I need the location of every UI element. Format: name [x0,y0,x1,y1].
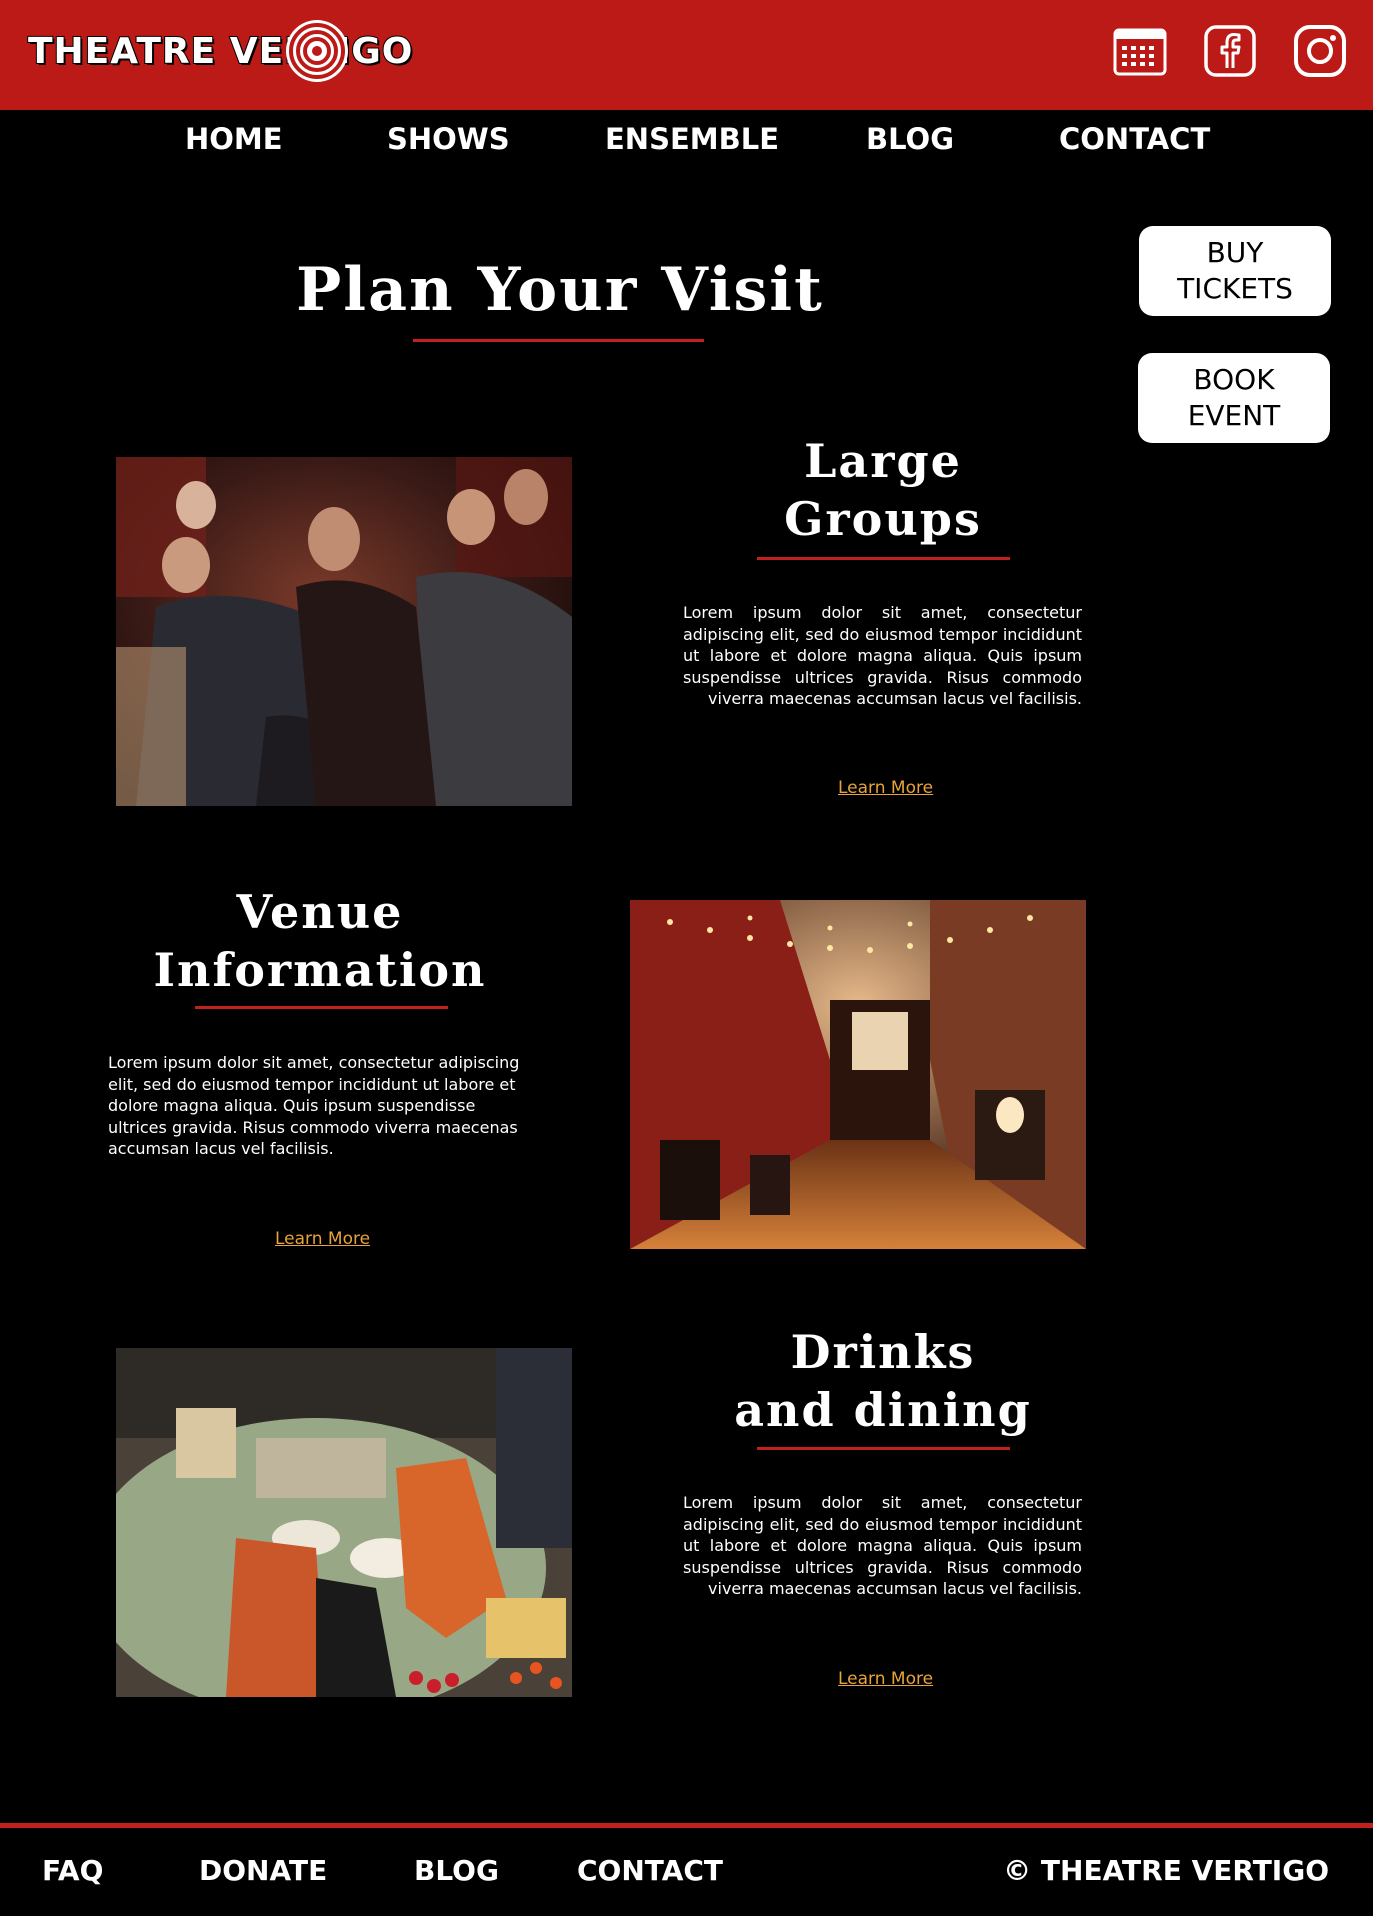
logo-swirl-icon [286,20,348,82]
footer-donate-link[interactable]: DONATE [199,1854,327,1887]
footer-divider [0,1823,1373,1828]
venue-information-body: Lorem ipsum dolor sit amet, consectetur … [108,1053,520,1158]
header-bar: THEATRE VERTIGO [0,0,1373,110]
drinks-dining-body: Lorem ipsum dolor sit amet, consectetur … [683,1493,1082,1598]
large-groups-underline [757,557,1010,560]
instagram-icon[interactable] [1293,24,1347,78]
drinks-title-line-2: and dining [734,1383,1032,1437]
venue-information-title: Venue Information [120,883,520,999]
logo[interactable]: THEATRE VERTIGO [27,16,414,86]
venue-title-line-2: Information [153,943,487,997]
footer-copyright: © THEATRE VERTIGO [1003,1854,1329,1887]
buy-tickets-button[interactable]: BUY TICKETS [1139,226,1331,316]
facebook-icon[interactable] [1203,24,1257,78]
large-groups-learn-more-link[interactable]: Learn More [838,778,933,798]
nav-shows[interactable]: SHOWS [387,122,510,156]
footer-blog-link[interactable]: BLOG [414,1854,499,1887]
large-groups-body: Lorem ipsum dolor sit amet, consectetur … [683,603,1082,708]
calendar-icon[interactable] [1113,24,1167,78]
venue-title-line-1: Venue [236,885,404,939]
drinks-dining-underline [757,1447,1010,1450]
drinks-title-line-1: Drinks [790,1325,976,1379]
logo-text: THEATRE VERTIGO [27,30,414,73]
venue-photo [630,900,1086,1249]
venue-underline [195,1006,448,1009]
book-event-line-1: BOOK [1193,363,1275,396]
page-title: Plan Your Visit [296,255,824,325]
drinks-dining-title: Drinks and dining [680,1323,1086,1439]
buy-tickets-line-1: BUY [1206,236,1264,269]
large-groups-title-line-2: Groups [784,492,982,546]
nav-contact[interactable]: CONTACT [1059,122,1210,156]
footer-faq-link[interactable]: FAQ [42,1854,103,1887]
large-groups-title-line-1: Large [804,434,962,488]
nav-ensemble[interactable]: ENSEMBLE [605,122,779,156]
nav-home[interactable]: HOME [185,122,283,156]
social-icons [1113,24,1347,78]
main-nav: HOME SHOWS ENSEMBLE BLOG CONTACT [0,110,1373,180]
drinks-dining-learn-more-link[interactable]: Learn More [838,1669,933,1689]
large-groups-photo [116,457,572,806]
venue-learn-more-link[interactable]: Learn More [275,1229,370,1249]
nav-blog[interactable]: BLOG [866,122,954,156]
drinks-dining-photo [116,1348,572,1697]
buy-tickets-line-2: TICKETS [1177,272,1293,305]
book-event-button[interactable]: BOOK EVENT [1138,353,1330,443]
footer-contact-link[interactable]: CONTACT [577,1854,723,1887]
large-groups-title: Large Groups [680,432,1086,548]
book-event-line-2: EVENT [1187,399,1281,432]
title-underline [413,339,704,342]
